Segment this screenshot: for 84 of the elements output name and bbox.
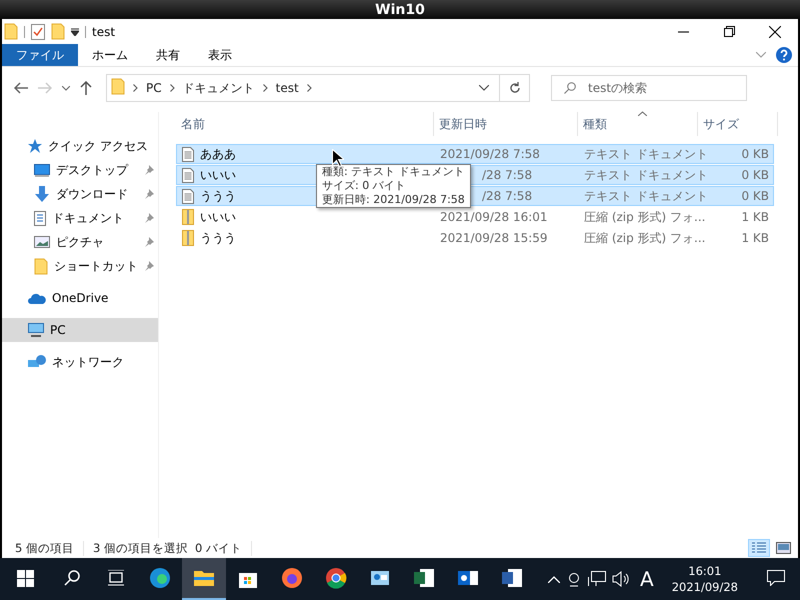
properties-icon[interactable] — [31, 24, 45, 40]
help-icon[interactable] — [776, 47, 792, 63]
desktop-icon — [34, 164, 50, 176]
pin-icon[interactable] — [144, 237, 154, 247]
column-header[interactable]: 種類 — [578, 112, 698, 136]
taskbar-app-button[interactable] — [182, 558, 226, 600]
caret-up-icon[interactable] — [548, 576, 560, 582]
pin-icon[interactable] — [144, 261, 154, 271]
nav-item[interactable]: デスクトップ — [2, 158, 158, 182]
up-button[interactable] — [78, 81, 94, 95]
windows-logo-icon — [16, 570, 34, 586]
breadcrumb[interactable]: PC — [142, 81, 166, 95]
nav-item[interactable]: ネットワーク — [2, 350, 158, 374]
refresh-icon — [508, 82, 520, 94]
item-count: 5 個の項目 — [15, 540, 84, 556]
column-header[interactable]: 更新日時 — [434, 112, 578, 136]
clock[interactable]: 16:01 2021/09/28 — [664, 563, 746, 595]
document-icon — [34, 210, 46, 226]
column-header[interactable]: 名前 — [176, 112, 434, 136]
chevron-icon[interactable] — [262, 84, 268, 92]
folder-icon — [34, 258, 48, 274]
task-view-icon — [107, 570, 125, 586]
close-icon — [769, 26, 781, 38]
text-file-icon — [182, 168, 194, 182]
chevron-icon[interactable] — [133, 84, 138, 92]
star-icon — [28, 139, 42, 153]
nav-item[interactable]: ピクチャ — [2, 230, 158, 254]
nav-item[interactable]: クイック アクセス — [2, 134, 158, 158]
chevron-icon[interactable] — [170, 84, 175, 92]
details-view-button[interactable] — [748, 539, 770, 557]
picture-icon — [34, 236, 50, 248]
restore-icon — [724, 26, 734, 37]
nav-item[interactable]: PC — [2, 318, 158, 342]
column-header[interactable]: サイズ — [698, 112, 778, 136]
nav-item[interactable]: ドキュメント — [2, 206, 158, 230]
network-icon — [28, 355, 46, 369]
search-field[interactable]: testの検索 — [551, 75, 747, 101]
text-file-icon — [182, 146, 194, 162]
file-row[interactable]: いいい 2021/09/28 16:01 圧縮 (zip 形式) フォ... 1 KB — [176, 207, 774, 227]
ribbon-tab[interactable]: 表示 — [194, 44, 246, 66]
download-arrow-icon — [34, 186, 50, 202]
file-row[interactable]: ううう 2021/09/28 15:59 圧縮 (zip 形式) フォ... 1 KB — [176, 228, 774, 248]
breadcrumb[interactable]: ドキュメント — [178, 80, 259, 96]
nav-item[interactable]: ショートカット — [2, 254, 158, 278]
folder-name: test — [92, 24, 116, 38]
folder-icon — [111, 78, 125, 95]
pin-icon[interactable] — [144, 213, 154, 223]
speech-bubble-icon — [767, 570, 785, 586]
dropdown-arrow-icon[interactable] — [71, 28, 79, 36]
zip-folder-icon — [182, 230, 194, 246]
breadcrumb[interactable]: test — [272, 81, 303, 95]
minimize-icon — [678, 30, 688, 32]
zip-folder-icon — [182, 209, 194, 225]
pin-icon[interactable] — [144, 189, 154, 199]
recent-locations-button[interactable] — [60, 86, 72, 90]
computer-icon — [28, 323, 44, 337]
search-icon — [64, 570, 80, 586]
nav-item[interactable]: OneDrive — [2, 286, 158, 310]
folder-icon — [4, 23, 18, 40]
ribbon-tab[interactable]: ホーム — [78, 44, 142, 66]
sort-caret-icon — [638, 111, 646, 116]
pin-icon[interactable] — [144, 165, 154, 175]
large-icons-icon — [776, 542, 790, 554]
tooltip-line: 種類: テキスト ドキュメント — [322, 165, 465, 179]
file-row[interactable]: あああ 2021/09/28 7:58 テキスト ドキュメント 0 KB — [176, 144, 774, 164]
back-button[interactable] — [12, 82, 30, 94]
ribbon-tab[interactable]: 共有 — [142, 44, 194, 66]
network-icon[interactable] — [588, 571, 606, 587]
cloud-icon — [28, 292, 46, 304]
ribbon-tab[interactable]: ファイル — [2, 44, 78, 66]
selection-count: 3 個の項目を選択 — [92, 540, 189, 556]
search-icon — [564, 82, 576, 94]
details-list-icon — [752, 542, 766, 554]
chevron-icon[interactable] — [306, 84, 312, 92]
speaker-icon[interactable] — [612, 571, 630, 587]
tooltip-line: 更新日時: 2021/09/28 7:58 — [322, 193, 465, 207]
text-file-icon — [182, 188, 194, 204]
nav-item[interactable]: ダウンロード — [2, 182, 158, 206]
window-title: Win10 — [375, 2, 425, 18]
selection-size: 0 バイト — [194, 540, 252, 556]
address-bar[interactable]: PC ドキュメント test — [106, 74, 530, 102]
new-folder-icon — [51, 23, 65, 40]
input-method-indicator[interactable]: A — [636, 567, 658, 591]
expand-ribbon-icon[interactable] — [756, 52, 766, 58]
